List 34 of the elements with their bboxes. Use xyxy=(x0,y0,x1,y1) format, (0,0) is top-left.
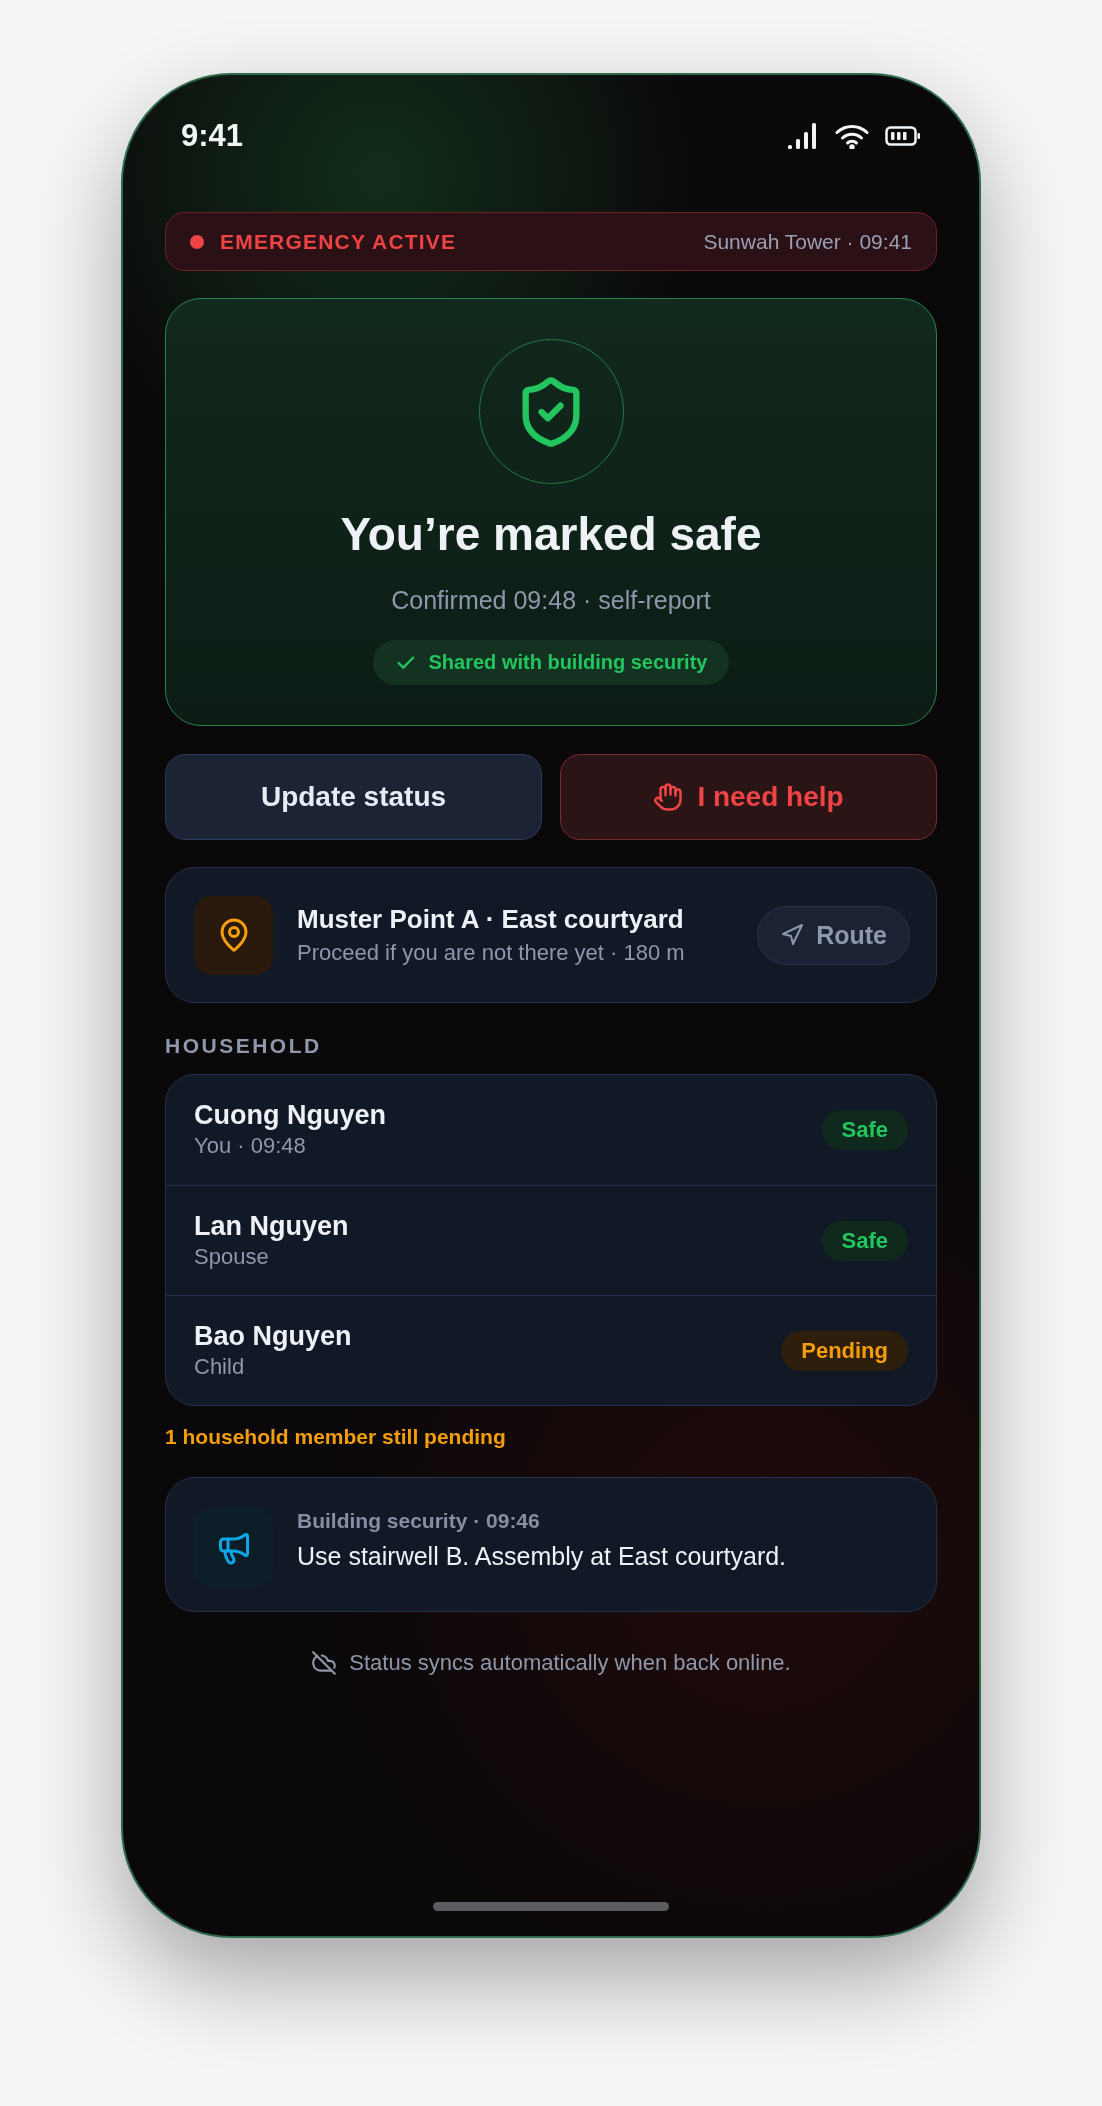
muster-title: Muster Point A · East courtyard xyxy=(297,903,685,936)
signal-icon xyxy=(787,123,819,149)
notice-sender: Building security · 09:46 xyxy=(297,1508,541,1534)
status-badge: Pending xyxy=(781,1330,908,1371)
battery-icon xyxy=(885,126,921,146)
notice-message: Use stairwell B. Assembly at East courtyard. xyxy=(297,1541,788,1572)
update-status-button[interactable]: Update status xyxy=(165,754,542,840)
member-detail: Spouse xyxy=(194,1242,270,1271)
section-heading: HOUSEHOLD xyxy=(165,1034,323,1058)
member-name: Cuong Nguyen xyxy=(194,1099,386,1131)
status-time: 9:41 xyxy=(181,118,244,154)
member-name: Lan Nguyen xyxy=(194,1209,349,1242)
hand-icon xyxy=(653,782,684,812)
shared-status-text: Shared with building security xyxy=(428,651,708,674)
safe-title: You’re marked safe xyxy=(340,507,762,562)
pending-note: 1 household member still pending xyxy=(165,1425,507,1449)
member-name: Bao Nguyen xyxy=(194,1319,352,1352)
muster-subtitle: Proceed if you are not there yet · 180 m xyxy=(297,939,686,967)
map-pin-icon xyxy=(194,895,273,975)
status-badge: Safe xyxy=(821,1220,908,1261)
member-detail: You · 09:48 xyxy=(194,1132,307,1160)
sync-note: Status syncs automatically when back online. xyxy=(349,1649,791,1677)
emergency-label: EMERGENCY ACTIVE xyxy=(220,229,457,254)
alert-dot-icon xyxy=(190,234,204,249)
cloud-off-icon xyxy=(311,1650,338,1676)
megaphone-icon xyxy=(194,1508,273,1587)
safe-subtitle: Confirmed 09:48 · self-report xyxy=(391,585,711,616)
wifi-icon xyxy=(835,123,869,149)
status-badge: Safe xyxy=(821,1110,908,1150)
help-button[interactable]: I need help xyxy=(560,754,937,840)
member-detail: Child xyxy=(194,1352,246,1381)
emergency-location: Sunwah Tower · 09:41 xyxy=(703,229,912,254)
navigation-arrow-icon xyxy=(780,923,805,947)
route-button[interactable]: Route xyxy=(757,905,910,965)
